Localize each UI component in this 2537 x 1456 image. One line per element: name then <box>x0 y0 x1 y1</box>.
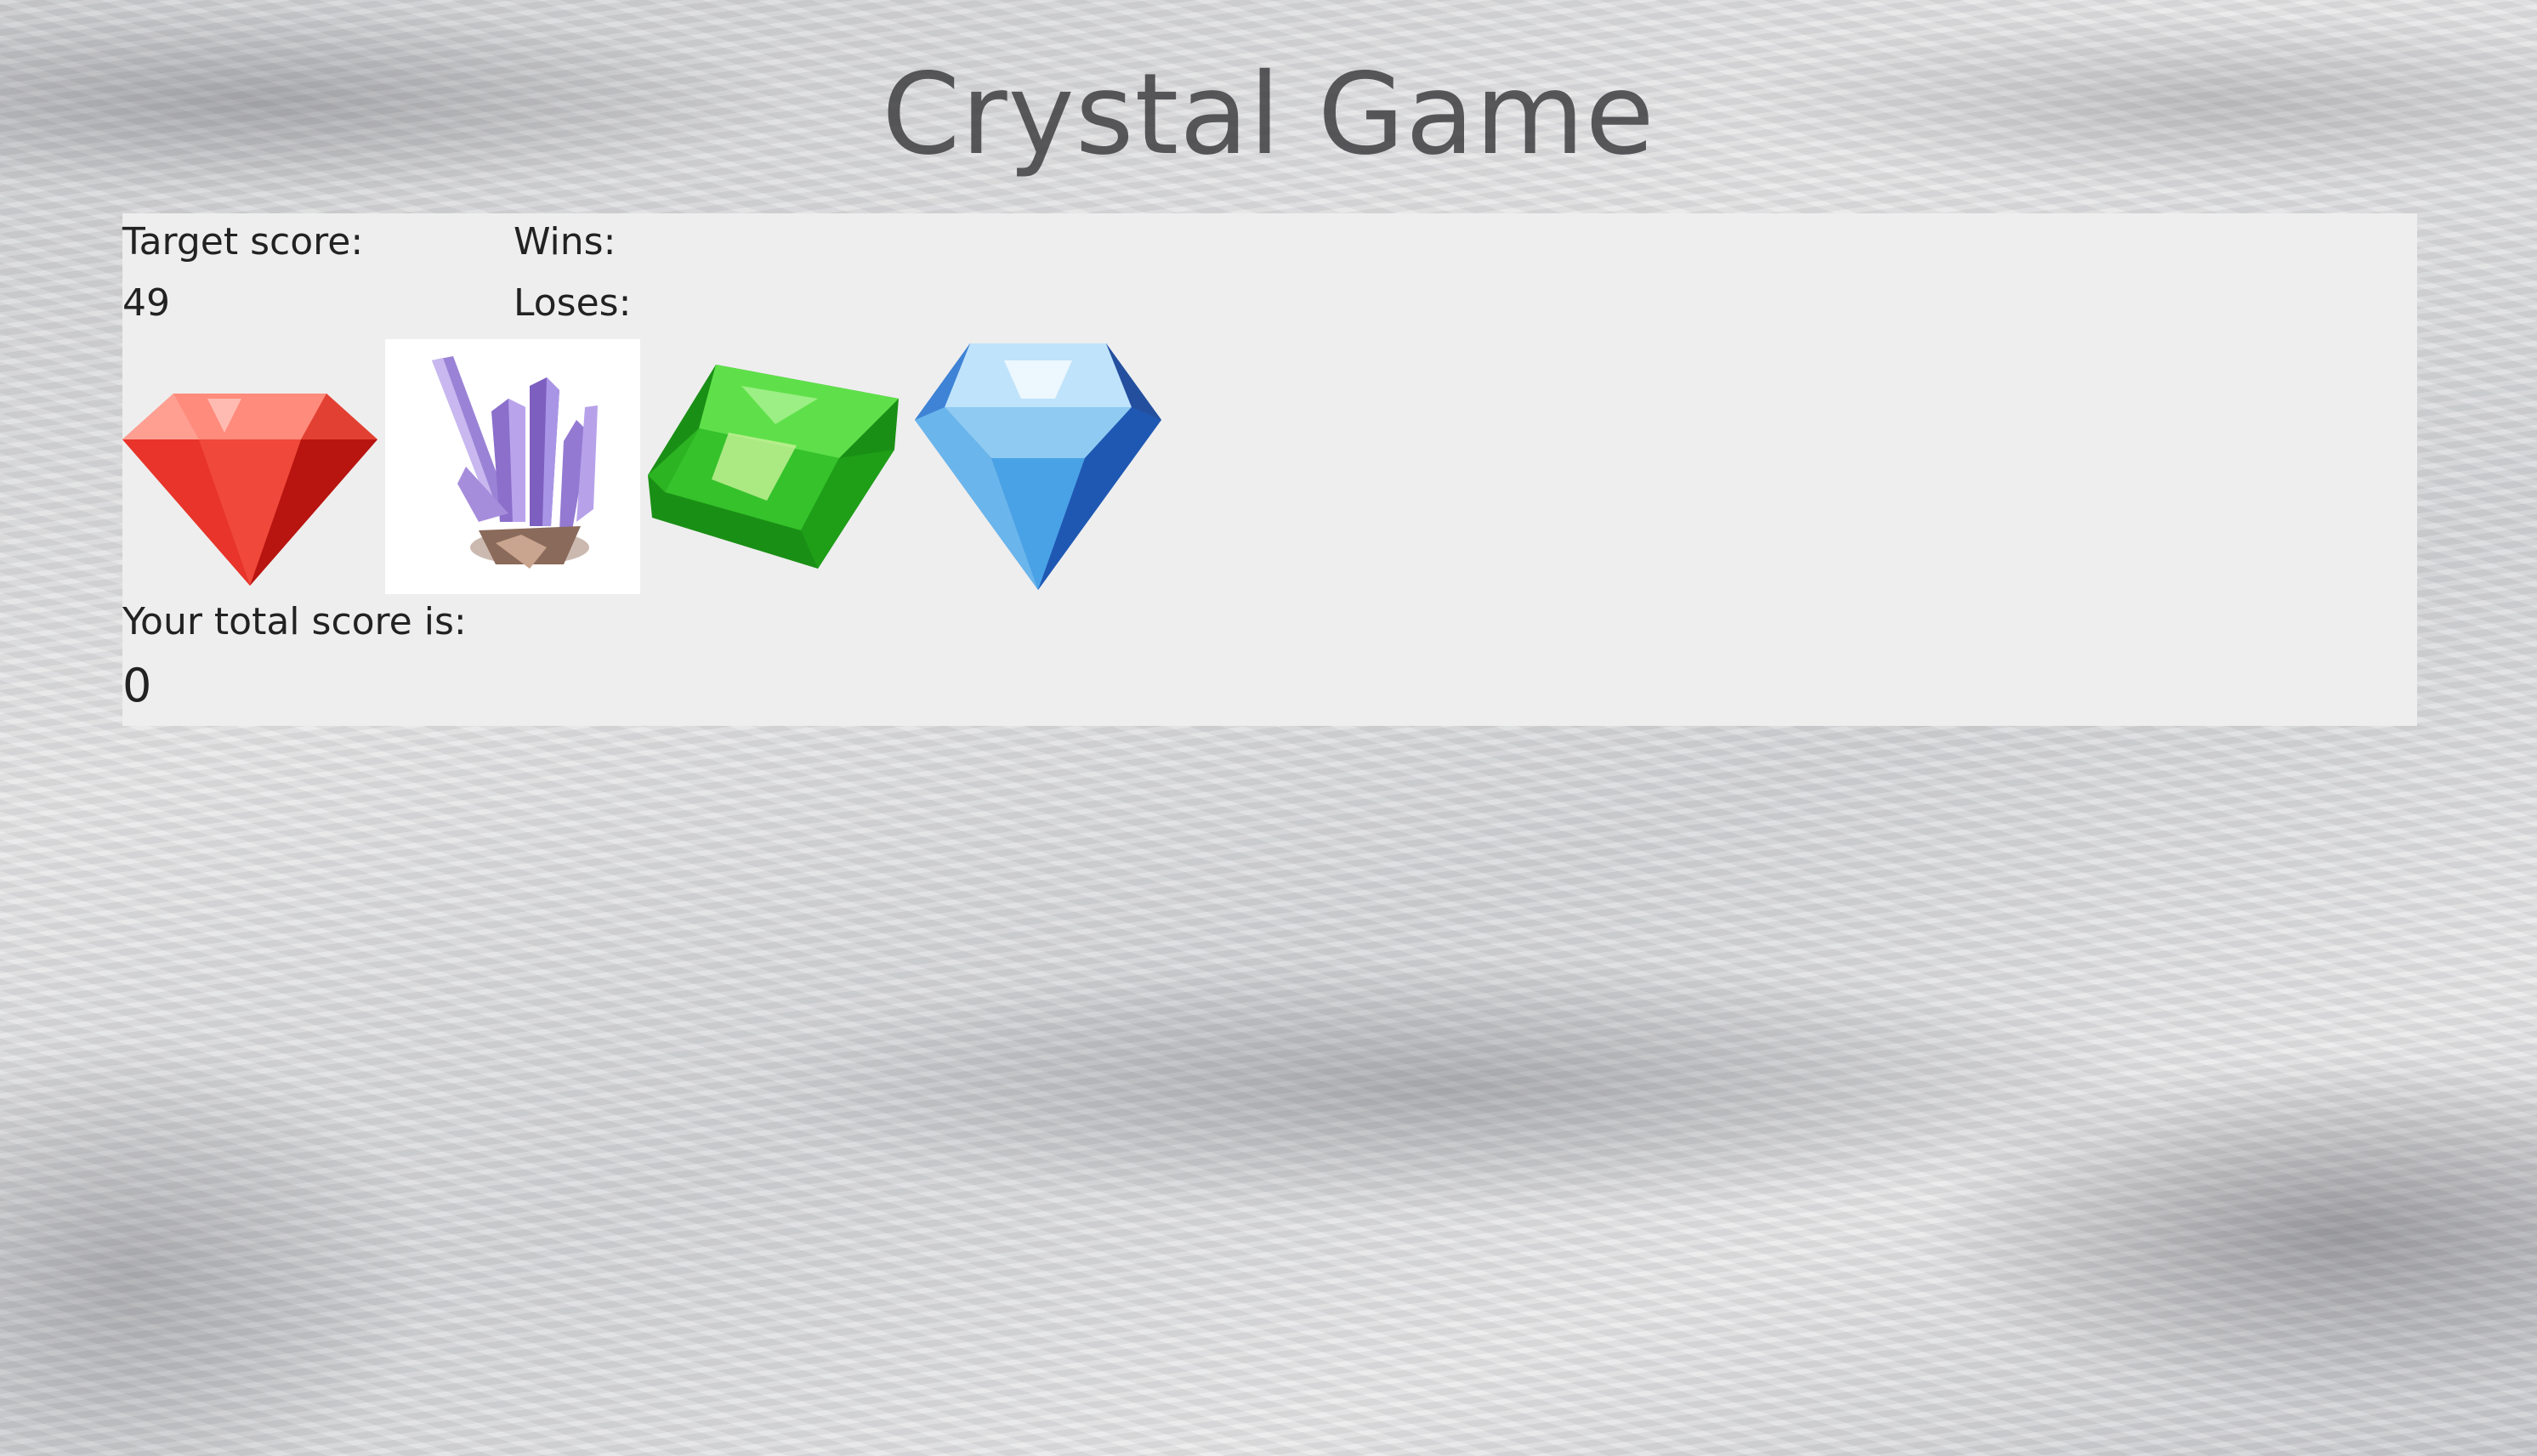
green-crystal-button[interactable] <box>648 339 903 594</box>
blue-crystal-button[interactable] <box>911 339 1166 594</box>
loses-label: Loses: <box>514 281 632 325</box>
wins-label: Wins: <box>514 220 616 263</box>
red-crystal-button[interactable] <box>122 339 377 594</box>
red-gem-icon <box>122 394 377 586</box>
purple-crystal-cluster-icon <box>432 356 598 569</box>
total-score-label: Your total score is: <box>122 600 467 643</box>
game-panel: Target score: 49 Wins: Loses: Your total… <box>122 213 2417 726</box>
purple-crystal-button[interactable] <box>385 339 640 594</box>
blue-diamond-icon <box>915 343 1161 590</box>
target-score-label: Target score: <box>122 220 364 263</box>
page-title: Crystal Game <box>882 49 1655 180</box>
total-score-value: 0 <box>122 659 152 712</box>
target-score-value: 49 <box>122 281 170 325</box>
green-gem-icon <box>648 365 899 569</box>
